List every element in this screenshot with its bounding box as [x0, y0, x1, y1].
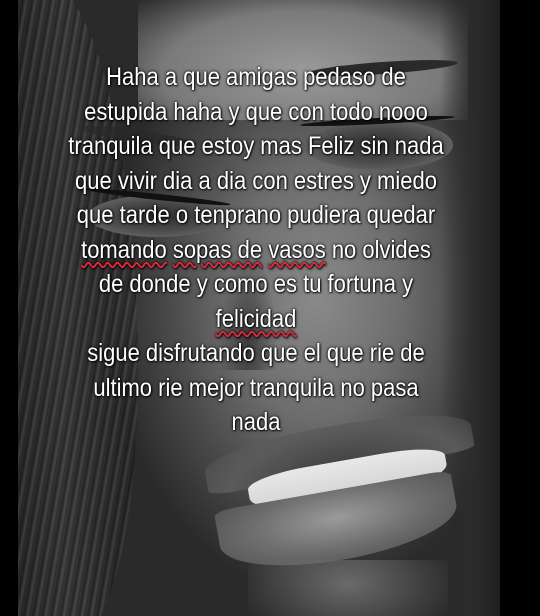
- story-canvas: Haha a que amigas pedaso de estupida haha…: [0, 0, 540, 616]
- caption-line: felicidad: [50, 302, 462, 337]
- caption-text-segment: estupida haha y que con todo nooo: [84, 97, 428, 126]
- caption-line: Haha a que amigas pedaso de: [50, 60, 462, 95]
- spellcheck-flagged-word: tomando: [81, 235, 167, 264]
- caption-line: que tarde o tenprano pudiera quedar: [50, 198, 462, 233]
- caption-line: tranquila que estoy mas Feliz sin nada: [50, 129, 462, 164]
- caption-line: tomando sopas de vasos no olvides: [50, 233, 462, 268]
- spellcheck-flagged-word: sopas de: [172, 235, 263, 264]
- caption-text-segment: ultimo rie mejor tranquila no pasa: [93, 373, 419, 402]
- caption-line: que vivir dia a dia con estres y miedo: [50, 164, 462, 199]
- caption-text-segment: que tarde o tenprano pudiera quedar: [76, 201, 436, 229]
- caption-line: de donde y como es tu fortuna y: [50, 267, 462, 302]
- spellcheck-flagged-word: vasos: [268, 235, 326, 264]
- caption-line: nada: [50, 405, 462, 440]
- caption-line: ultimo rie mejor tranquila no pasa: [50, 371, 462, 406]
- spellcheck-flagged-word: felicidad: [215, 304, 297, 333]
- photo-chin: [248, 560, 448, 616]
- caption-text-segment: Haha a que amigas pedaso de: [106, 63, 406, 91]
- caption-text-segment: nada: [231, 408, 281, 436]
- caption-text-segment: de donde y como es tu fortuna y: [98, 270, 414, 298]
- caption-text-segment: tranquila que estoy mas Feliz sin nada: [68, 132, 444, 160]
- caption-text-segment: sigue disfrutando que el que rie de: [87, 339, 425, 367]
- story-text-caption[interactable]: Haha a que amigas pedaso de estupida haha…: [50, 60, 462, 440]
- caption-text-segment: que vivir dia a dia con estres y miedo: [75, 166, 437, 195]
- caption-line: sigue disfrutando que el que rie de: [50, 336, 462, 371]
- caption-line: estupida haha y que con todo nooo: [50, 95, 462, 130]
- caption-text-segment: no olvides: [325, 235, 431, 264]
